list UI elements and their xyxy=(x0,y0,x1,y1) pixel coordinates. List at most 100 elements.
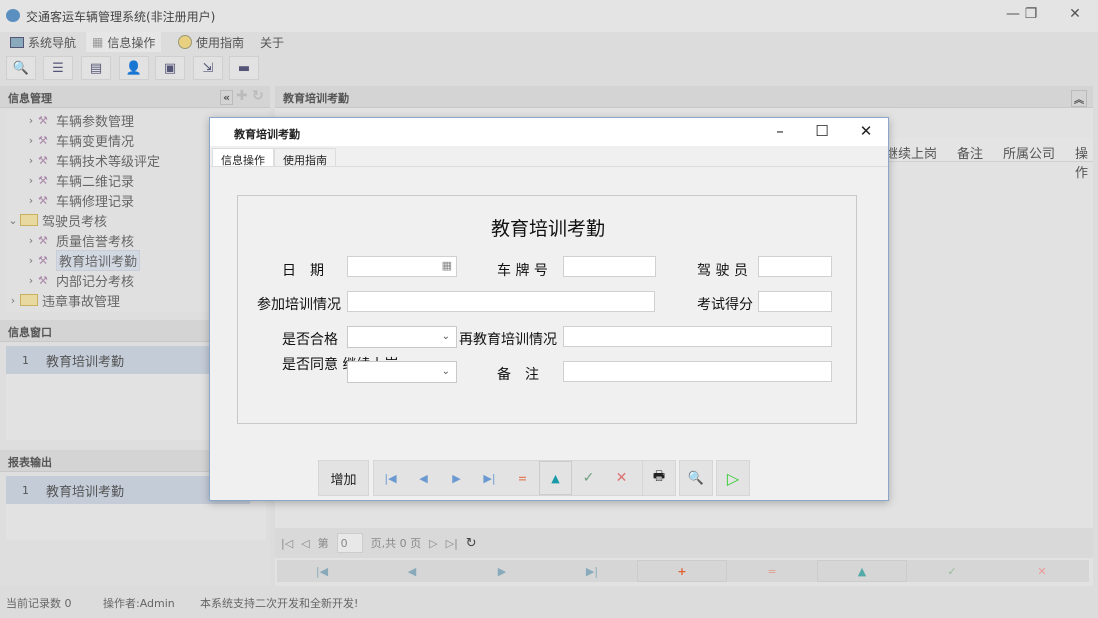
tools-icon: ⚒ xyxy=(38,254,56,267)
plate-input[interactable] xyxy=(563,256,656,277)
nav-bar: |◀ ◀ ▶ ▶| + = ▲ ✓ ✕ xyxy=(277,560,1089,582)
app-title: 交通客运车辆管理系统(非注册用户) xyxy=(26,8,215,25)
first-page-icon[interactable]: |◁ xyxy=(281,537,293,550)
toolbar-document-button[interactable]: ▤ xyxy=(81,56,111,80)
dialog-maximize-button[interactable]: ☐ xyxy=(807,122,837,140)
driver-input[interactable] xyxy=(758,256,832,277)
monitor-icon: ▣ xyxy=(164,61,176,76)
refresh-icon[interactable]: ↻ xyxy=(252,88,264,104)
confirm-button[interactable]: ✓ xyxy=(572,461,605,495)
chevron-down-icon: ⌄ xyxy=(442,366,450,377)
column-header[interactable]: 备注 xyxy=(957,143,983,162)
list-icon: ☰ xyxy=(52,61,64,76)
menu-tab-nav[interactable]: 系统导航 xyxy=(4,32,82,52)
folder-icon xyxy=(20,214,38,226)
toolbar-list-button[interactable]: ☰ xyxy=(43,56,73,80)
form-group: 教育培训考勤 日 期 ▦ 车 牌 号 驾 驶 员 参加培训情况 考试得分 是否合… xyxy=(237,195,857,424)
last-page-icon[interactable]: ▷| xyxy=(446,537,458,550)
user-report-icon: 👤 xyxy=(126,61,142,76)
tools-icon: ⚒ xyxy=(38,234,56,247)
column-header[interactable]: 继续上岗 xyxy=(885,143,937,162)
refresh-icon[interactable]: ↻ xyxy=(466,536,477,551)
calendar-icon: ▦ xyxy=(442,259,452,272)
tools-icon: ⚒ xyxy=(38,174,56,187)
first-record-button[interactable]: |◀ xyxy=(374,461,407,495)
collapse-up-button[interactable]: ︽ xyxy=(1071,90,1087,107)
grid-icon: ▦ xyxy=(92,35,103,49)
add-button[interactable]: 增加 xyxy=(318,460,369,496)
card-icon: ▬ xyxy=(238,61,250,76)
training-input[interactable] xyxy=(347,291,655,312)
column-header[interactable]: 所属公司 xyxy=(1003,143,1055,162)
delete-record-button[interactable]: = xyxy=(727,560,817,582)
remark-input[interactable] xyxy=(563,361,832,382)
toolbar-search-button[interactable]: 🔍 xyxy=(6,56,36,80)
edit-dialog: 教育培训考勤 – ☐ ✕ 信息操作 使用指南 教育培训考勤 日 期 ▦ 车 牌 … xyxy=(209,117,889,501)
prev-record-button[interactable]: ◀ xyxy=(367,560,457,582)
tools-icon: ⚒ xyxy=(38,134,56,147)
chevron-down-icon: ⌄ xyxy=(442,331,450,342)
last-record-button[interactable]: ▶| xyxy=(473,461,506,495)
prev-page-icon[interactable]: ◁ xyxy=(301,537,309,550)
chevron-right-icon: › xyxy=(24,174,38,187)
column-header[interactable]: 操作 xyxy=(1075,143,1093,181)
toolbar-export-button[interactable]: ⇲ xyxy=(193,56,223,80)
monitor-icon xyxy=(10,37,24,48)
chevron-right-icon: › xyxy=(24,234,38,247)
dialog-minimize-button[interactable]: – xyxy=(765,122,795,140)
dialog-tab-info-ops[interactable]: 信息操作 xyxy=(212,148,274,167)
menu-tab-about[interactable]: 关于 xyxy=(254,32,290,52)
tools-icon: ⚒ xyxy=(38,154,56,167)
tools-icon: ⚒ xyxy=(38,274,56,287)
chevron-right-icon: › xyxy=(6,294,20,307)
chevron-right-icon: › xyxy=(24,134,38,147)
add-record-button[interactable]: + xyxy=(637,560,727,582)
retraining-input[interactable] xyxy=(563,326,832,347)
restore-button[interactable]: ❐ xyxy=(1016,6,1046,22)
toolbar-card-button[interactable]: ▬ xyxy=(229,56,259,80)
search-icon: 🔍 xyxy=(13,61,29,76)
record-nav-group: |◀ ◀ ▶ ▶| = ▲ ✓ ✕ xyxy=(373,460,645,496)
run-button[interactable]: ▷ xyxy=(716,460,750,496)
preview-button[interactable]: 🔍 xyxy=(679,460,713,496)
close-button[interactable]: ✕ xyxy=(1060,6,1090,22)
print-button[interactable]: 🖶 xyxy=(642,460,676,496)
menu-tab-info-ops[interactable]: ▦信息操作 xyxy=(86,32,161,52)
next-record-button[interactable]: ▶ xyxy=(457,560,547,582)
delete-button[interactable]: = xyxy=(506,461,539,495)
dialog-close-button[interactable]: ✕ xyxy=(851,122,881,140)
page-input[interactable]: 0 xyxy=(337,533,363,553)
agree-select[interactable]: ⌄ xyxy=(347,361,457,383)
right-panel-header: 教育培训考勤 ︽ xyxy=(275,86,1093,108)
app-logo-icon xyxy=(6,9,20,22)
collapse-left-button[interactable]: « xyxy=(220,90,233,105)
chevron-down-icon: ⌄ xyxy=(6,214,20,227)
prev-record-button[interactable]: ◀ xyxy=(407,461,440,495)
last-record-button[interactable]: ▶| xyxy=(547,560,637,582)
cancel-button[interactable]: ✕ xyxy=(997,560,1087,582)
title-bar: 交通客运车辆管理系统(非注册用户) — ❐ ✕ xyxy=(0,0,1098,32)
form-title: 教育培训考勤 xyxy=(238,214,858,241)
edit-record-button[interactable]: ▲ xyxy=(817,560,907,582)
edit-button[interactable]: ▲ xyxy=(539,461,572,495)
status-bar: 当前记录数 0 操作者:Admin 本系统支持二次开发和全新开发! xyxy=(0,590,1098,614)
toolbar-user-button[interactable]: 👤 xyxy=(119,56,149,80)
cancel-button[interactable]: ✕ xyxy=(605,461,638,495)
tab-divider xyxy=(210,166,888,167)
printer-icon: 🖶 xyxy=(653,467,665,489)
menu-tab-guide[interactable]: 使用指南 xyxy=(172,32,250,52)
toolbar-monitor-button[interactable]: ▣ xyxy=(155,56,185,80)
date-picker[interactable]: ▦ xyxy=(347,256,457,277)
pager: |◁ ◁ 第 0 页,共 0 页 ▷ ▷| ↻ xyxy=(275,528,1093,558)
first-record-button[interactable]: |◀ xyxy=(277,560,367,582)
tools-icon: ⚒ xyxy=(38,194,56,207)
score-input[interactable] xyxy=(758,291,832,312)
add-icon[interactable]: ✚ xyxy=(236,88,248,104)
dialog-tab-guide[interactable]: 使用指南 xyxy=(274,148,336,167)
next-page-icon[interactable]: ▷ xyxy=(429,537,437,550)
dialog-title-bar: 教育培训考勤 – ☐ ✕ xyxy=(210,118,888,146)
confirm-button[interactable]: ✓ xyxy=(907,560,997,582)
next-record-button[interactable]: ▶ xyxy=(440,461,473,495)
chevron-right-icon: › xyxy=(24,114,38,127)
passed-select[interactable]: ⌄ xyxy=(347,326,457,348)
